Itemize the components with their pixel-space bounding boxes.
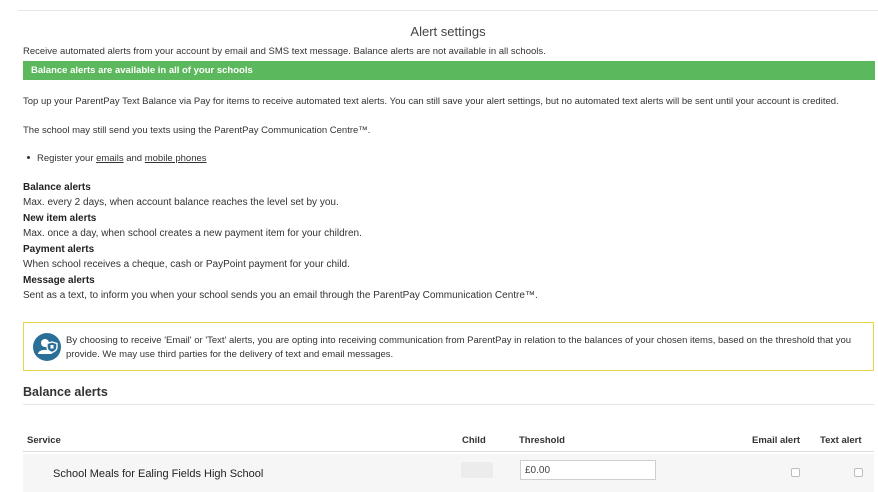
top-up-paragraph: Top up your ParentPay Text Balance via P… <box>23 96 839 107</box>
top-divider <box>18 10 878 11</box>
register-middle: and <box>123 153 145 164</box>
text-alert-checkbox[interactable] <box>854 468 863 477</box>
column-header-child: Child <box>462 435 486 446</box>
section-divider <box>23 404 874 405</box>
user-shield-icon <box>33 333 61 361</box>
column-header-threshold: Threshold <box>519 435 565 446</box>
consent-notice: By choosing to receive 'Email' or 'Text'… <box>23 322 874 371</box>
threshold-input[interactable] <box>520 460 656 480</box>
column-header-service: Service <box>27 435 61 446</box>
alert-settings-page: Alert settings Receive automated alerts … <box>0 0 878 492</box>
register-prefix: Register your <box>37 153 97 164</box>
column-header-text-alert: Text alert <box>820 435 862 446</box>
alert-type-heading: Balance alerts <box>23 182 91 193</box>
alert-type-heading: Payment alerts <box>23 244 95 255</box>
table-row: School Meals for Ealing Fields High Scho… <box>23 454 874 492</box>
register-list-item: Register your emails and mobile phones <box>27 153 207 164</box>
intro-text: Receive automated alerts from your accou… <box>23 46 546 57</box>
consent-notice-text: By choosing to receive 'Email' or 'Text'… <box>66 335 852 360</box>
communication-centre-paragraph: The school may still send you texts usin… <box>23 125 371 136</box>
availability-banner: Balance alerts are available in all of y… <box>23 61 875 80</box>
alert-type-message: Message alerts Sent as a text, to inform… <box>23 275 538 301</box>
mobile-phones-link[interactable]: mobile phones <box>145 153 207 164</box>
alert-type-heading: New item alerts <box>23 213 97 224</box>
column-header-email-alert: Email alert <box>752 435 801 446</box>
alert-type-new-item: New item alerts Max. once a day, when sc… <box>23 213 362 239</box>
bullet-dot-icon <box>27 155 30 159</box>
email-alert-checkbox[interactable] <box>791 468 800 477</box>
emails-link[interactable]: emails <box>96 153 123 164</box>
service-name: School Meals for Ealing Fields High Scho… <box>53 468 264 480</box>
alert-type-description: Max. every 2 days, when account balance … <box>23 197 339 208</box>
alert-type-balance: Balance alerts Max. every 2 days, when a… <box>23 182 339 208</box>
alert-type-description: When school receives a cheque, cash or P… <box>23 259 350 270</box>
alert-type-description: Sent as a text, to inform you when your … <box>23 290 538 301</box>
page-title: Alert settings <box>410 24 486 39</box>
alert-type-description: Max. once a day, when school creates a n… <box>23 228 362 239</box>
table-header-divider <box>23 451 874 452</box>
balance-alerts-section-title: Balance alerts <box>23 385 108 399</box>
alert-type-payment: Payment alerts When school receives a ch… <box>23 244 350 270</box>
alert-type-heading: Message alerts <box>23 275 95 286</box>
child-avatar <box>461 462 493 478</box>
